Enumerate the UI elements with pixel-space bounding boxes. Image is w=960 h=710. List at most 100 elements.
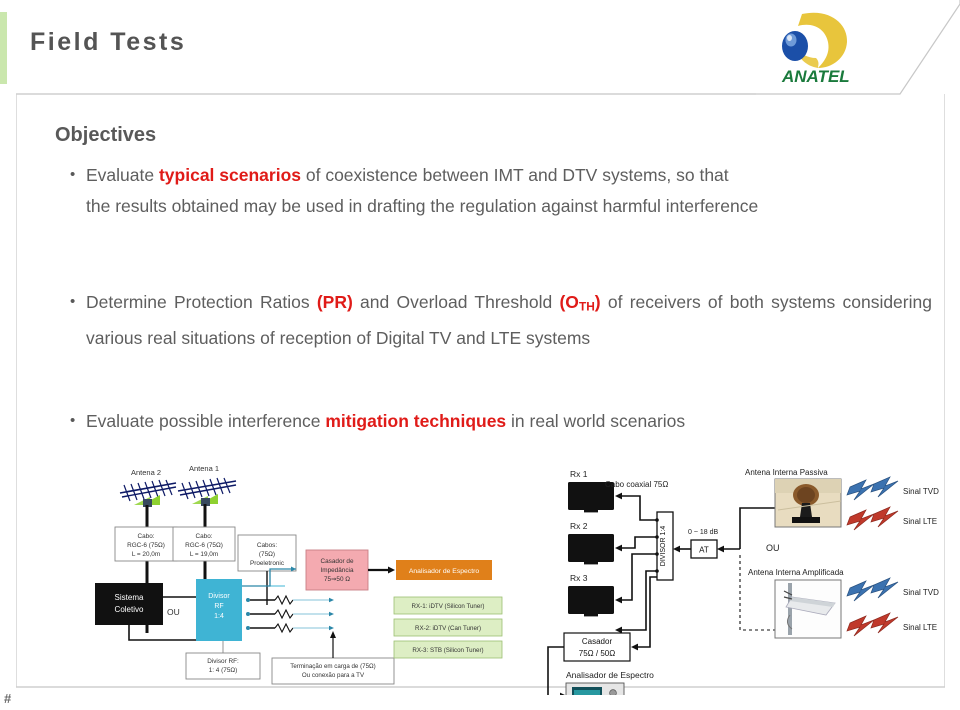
cable1-l3: L = 19,0m bbox=[190, 551, 218, 558]
cable-box-antenna-2: Cabo: RGC-6 (75Ω) L = 20,0m bbox=[114, 526, 178, 562]
divisor-label-right: DIVISOR 1:4 bbox=[660, 526, 667, 567]
sistema-coletivo-box: Sistema Coletivo bbox=[95, 583, 163, 625]
anatel-logo: ANATEL bbox=[768, 8, 883, 86]
receiver-box-rx2: RX-2: iDTV (Can Tuner) bbox=[393, 618, 503, 637]
coax-label: Cabo coaxial 75Ω bbox=[605, 480, 668, 489]
antenna-2-label: Antena 2 bbox=[131, 468, 161, 477]
divisor-note-l2: 1: 4 (75Ω) bbox=[209, 667, 238, 674]
signal-tvd-label-2: Sinal TVD bbox=[903, 588, 939, 597]
divisor-l3: 1:4 bbox=[214, 613, 224, 620]
bullet-3-text: Evaluate possible interference mitigatio… bbox=[86, 406, 685, 437]
rx2-label-left: RX-2: iDTV (Can Tuner) bbox=[415, 625, 481, 632]
termination-l2: Ou conexão para a TV bbox=[302, 672, 365, 679]
rx3-label-right: Rx 3 bbox=[570, 573, 588, 583]
bullet-3-highlight: mitigation techniques bbox=[325, 411, 507, 431]
matcher-l1: Casador de bbox=[320, 558, 353, 565]
rx3-label-left: RX-3: STB (Silicon Tuner) bbox=[412, 647, 483, 654]
divisor-l1: Divisor bbox=[208, 593, 230, 600]
bullet-item-2: • Determine Protection Ratios (PR) and O… bbox=[70, 287, 932, 354]
casador-impedancia-box: Casador de Impedância 75⇒50 Ω bbox=[305, 549, 369, 591]
signal-tvd-bolt-1 bbox=[846, 476, 899, 501]
cable-box-antenna-1: Cabo: RGC-6 (75Ω) L = 19,0m bbox=[172, 526, 236, 562]
signal-lte-bolt-1 bbox=[846, 506, 899, 531]
matcher-right-l1: Casador bbox=[582, 637, 613, 646]
matcher-l3: 75⇒50 Ω bbox=[324, 576, 350, 583]
left-green-accent-bar bbox=[0, 12, 7, 84]
bullet-1-text: Evaluate typical scenarios of coexistenc… bbox=[86, 160, 758, 222]
cables-l3: Proeletronic bbox=[250, 560, 285, 567]
bullet-marker-icon: • bbox=[70, 166, 76, 183]
antenna-1-label: Antena 1 bbox=[189, 464, 219, 473]
diagram-area: Antena 2 Antena 1 Cabo: RGC-6 (75Ω) L = … bbox=[0, 455, 960, 695]
cable2-l2: RGC-6 (75Ω) bbox=[127, 542, 165, 549]
bullet-2-mid: and Overload Threshold bbox=[352, 292, 560, 312]
bullet-1-highlight: typical scenarios bbox=[158, 165, 301, 185]
bullet-1-rest: the results obtained may be used in draf… bbox=[86, 196, 759, 216]
diagram-left: Antena 2 Antena 1 Cabo: RGC-6 (75Ω) L = … bbox=[95, 464, 503, 685]
cables-l1: Cabos: bbox=[257, 542, 277, 549]
termination-l1: Terminação em carga de (75Ω) bbox=[290, 663, 375, 670]
casador-box-right: Casador 75Ω / 50Ω bbox=[563, 632, 631, 662]
analisador-espectro-box-left: Analisador de Espectro bbox=[396, 560, 492, 580]
right-or-label: OU bbox=[766, 543, 780, 553]
page-number-marker: # bbox=[4, 691, 12, 706]
spectrum-analyzer-device bbox=[565, 682, 625, 695]
rx1-tv: Rx 1 bbox=[568, 469, 614, 513]
logo-sphere bbox=[782, 31, 808, 61]
logo-wordmark: ANATEL bbox=[781, 67, 850, 86]
diagram-right: Rx 1 Rx 2 Rx 3 Cabo coaxial 75Ω DIVISOR … bbox=[547, 468, 939, 695]
signal-tvd-bolt-2 bbox=[846, 577, 899, 602]
cable2-l3: L = 20,0m bbox=[132, 551, 160, 558]
oth-subscript: TH bbox=[578, 299, 595, 314]
sistema-l1: Sistema bbox=[115, 593, 144, 602]
attenuator-box: AT bbox=[690, 539, 718, 559]
bullet-item-1: • Evaluate typical scenarios of coexiste… bbox=[70, 160, 930, 222]
divisor-rf-box: Divisor RF 1:4 bbox=[196, 579, 242, 641]
termination-note-box: Terminação em carga de (75Ω) Ou conexão … bbox=[271, 631, 395, 685]
rx3-tv: Rx 3 bbox=[568, 573, 614, 617]
cables-proeletronic-box: Cabos: (75Ω) Proeletronic bbox=[237, 534, 297, 605]
signal-tvd-label-1: Sinal TVD bbox=[903, 487, 939, 496]
analyzer-label-right: Analisador de Espectro bbox=[566, 670, 654, 680]
bullet-1-pre: Evaluate bbox=[86, 165, 159, 185]
matcher-l2: Impedância bbox=[320, 567, 353, 574]
receiver-box-rx1: RX-1: iDTV (Silicon Tuner) bbox=[393, 596, 503, 615]
oth-open: (O bbox=[559, 292, 579, 312]
bullet-3-pre: Evaluate possible interference bbox=[86, 411, 326, 431]
section-heading: Objectives bbox=[55, 124, 157, 146]
antenna-passive-label: Antena Interna Passiva bbox=[745, 468, 828, 477]
cable1-l1: Cabo: bbox=[195, 533, 212, 540]
rx1-label-left: RX-1: iDTV (Silicon Tuner) bbox=[412, 603, 485, 610]
cable1-l2: RGC-6 (75Ω) bbox=[185, 542, 223, 549]
bullet-2-highlight-oth: (OTH) bbox=[559, 292, 600, 314]
divisor-note-l1: Divisor RF: bbox=[207, 658, 239, 665]
bullet-marker-icon: • bbox=[70, 293, 76, 310]
divisor-l2: RF bbox=[214, 603, 223, 610]
cable2-l1: Cabo: bbox=[137, 533, 154, 540]
attenuator-range-label: 0 ~ 18 dB bbox=[688, 529, 718, 536]
receiver-box-rx3: RX-3: STB (Silicon Tuner) bbox=[393, 640, 503, 659]
antenna-amplified-photo bbox=[774, 579, 842, 639]
slide-canvas: Field Tests ANATEL Objectives • Evaluate… bbox=[0, 0, 960, 710]
analyzer-label-left: Analisador de Espectro bbox=[409, 568, 479, 575]
signal-lte-bolt-2 bbox=[846, 612, 899, 637]
divisor-note-box: Divisor RF: 1: 4 (75Ω) bbox=[185, 641, 261, 680]
bullet-2-highlight-pr: (PR) bbox=[316, 292, 353, 312]
sistema-l2: Coletivo bbox=[115, 605, 144, 614]
page-title: Field Tests bbox=[30, 28, 187, 56]
antenna-amplified-label: Antena Interna Amplificada bbox=[748, 568, 844, 577]
attenuator-label: AT bbox=[699, 546, 709, 555]
signal-lte-label-2: Sinal LTE bbox=[903, 623, 937, 632]
bullet-1-line1-end: of coexistence between IMT and DTV syste… bbox=[301, 165, 729, 185]
bullet-marker-icon: • bbox=[70, 412, 76, 429]
bullet-item-3: • Evaluate possible interference mitigat… bbox=[70, 406, 930, 437]
divisor-box-right: DIVISOR 1:4 bbox=[656, 511, 674, 581]
bullet-2-pre: Determine Protection Ratios bbox=[86, 292, 317, 312]
left-or-label: OU bbox=[167, 607, 180, 617]
signal-lte-label-1: Sinal LTE bbox=[903, 517, 937, 526]
rx1-label-right: Rx 1 bbox=[570, 469, 588, 479]
rx2-label-right: Rx 2 bbox=[570, 521, 588, 531]
antenna-passive-photo bbox=[774, 478, 842, 528]
rx2-tv: Rx 2 bbox=[568, 521, 614, 565]
cables-l2: (75Ω) bbox=[259, 551, 275, 558]
